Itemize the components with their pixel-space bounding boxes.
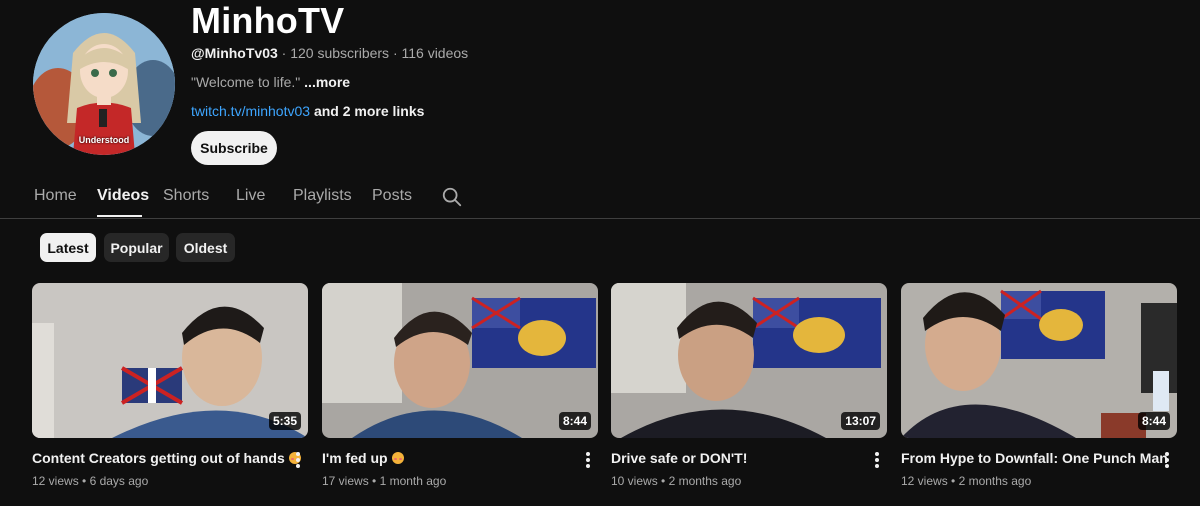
- video-title[interactable]: From Hype to Downfall: One Punch Man: [901, 450, 1168, 466]
- description-text: "Welcome to life.": [191, 74, 301, 90]
- video-title[interactable]: Drive safe or DON'T!: [611, 450, 747, 466]
- avatar-image: [33, 13, 175, 155]
- video-card: 13:07 Drive safe or DON'T! 10 views • 2 …: [611, 283, 887, 488]
- video-duration: 5:35: [268, 412, 301, 430]
- blush-emoji-icon: [391, 452, 404, 464]
- tab-posts[interactable]: Posts: [372, 187, 412, 205]
- channel-description[interactable]: "Welcome to life." ...more: [191, 74, 350, 90]
- channel-avatar[interactable]: Understood: [33, 13, 175, 155]
- more-links-button[interactable]: and 2 more links: [314, 103, 424, 119]
- tab-shorts[interactable]: Shorts: [163, 187, 209, 205]
- video-duration: 8:44: [1137, 412, 1170, 430]
- tab-videos[interactable]: Videos: [97, 187, 149, 205]
- twitch-link[interactable]: twitch.tv/minhotv03: [191, 103, 310, 119]
- video-stats: 12 views • 6 days ago: [32, 474, 149, 488]
- channel-handle: @MinhoTv03: [191, 45, 278, 61]
- channel-stats: · 120 subscribers · 116 videos: [277, 45, 469, 61]
- video-title[interactable]: I'm fed up: [322, 450, 404, 466]
- video-card: 5:35 Content Creators getting out of han…: [32, 283, 308, 488]
- subscribe-button[interactable]: Subscribe: [191, 131, 277, 165]
- more-vert-icon[interactable]: [294, 452, 302, 470]
- video-duration: 8:44: [558, 412, 591, 430]
- channel-tabs: Home Videos Shorts Live Playlists Posts: [0, 174, 1200, 219]
- search-icon[interactable]: [441, 186, 463, 208]
- tab-live[interactable]: Live: [236, 187, 265, 205]
- active-tab-indicator: [97, 215, 142, 217]
- video-card: 8:44 I'm fed up 17 views • 1 month ago: [322, 283, 598, 488]
- video-thumbnail[interactable]: 5:35: [32, 283, 308, 438]
- description-more-button[interactable]: ...more: [304, 74, 350, 90]
- tab-home[interactable]: Home: [34, 187, 77, 205]
- video-thumbnail[interactable]: 13:07: [611, 283, 887, 438]
- tab-playlists[interactable]: Playlists: [293, 187, 352, 205]
- more-vert-icon[interactable]: [1163, 452, 1171, 470]
- channel-name: MinhoTV: [191, 0, 345, 41]
- channel-meta: @MinhoTv03 · 120 subscribers · 116 video…: [191, 45, 468, 61]
- video-card: 8:44 From Hype to Downfall: One Punch Ma…: [901, 283, 1177, 488]
- video-stats: 17 views • 1 month ago: [322, 474, 447, 488]
- chip-popular[interactable]: Popular: [104, 233, 169, 262]
- avatar-caption: Understood: [78, 135, 130, 145]
- chip-oldest[interactable]: Oldest: [176, 233, 235, 262]
- video-duration: 13:07: [841, 412, 880, 430]
- channel-links: twitch.tv/minhotv03 and 2 more links: [191, 103, 424, 119]
- video-stats: 12 views • 2 months ago: [901, 474, 1032, 488]
- video-title[interactable]: Content Creators getting out of hands: [32, 450, 301, 466]
- more-vert-icon[interactable]: [584, 452, 592, 470]
- chip-latest[interactable]: Latest: [40, 233, 96, 262]
- more-vert-icon[interactable]: [873, 452, 881, 470]
- video-thumbnail[interactable]: 8:44: [901, 283, 1177, 438]
- video-stats: 10 views • 2 months ago: [611, 474, 742, 488]
- video-thumbnail[interactable]: 8:44: [322, 283, 598, 438]
